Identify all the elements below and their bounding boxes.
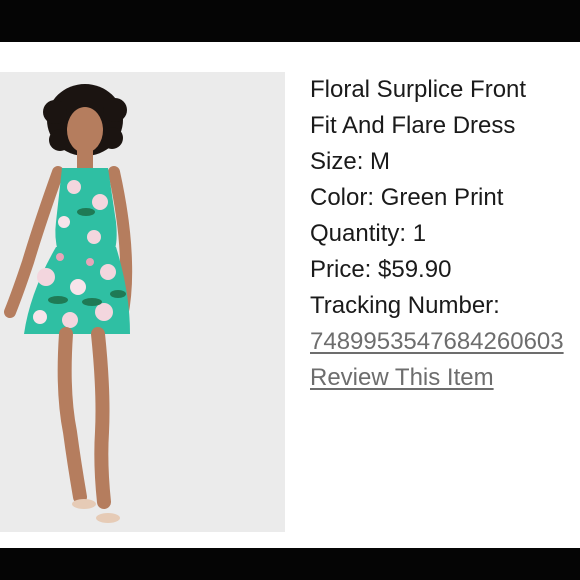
price-text: Price: $59.90	[310, 256, 452, 283]
review-item-link[interactable]: Review This Item	[310, 360, 580, 396]
order-item-details: Floral Surplice Front Fit And Flare Dres…	[310, 72, 580, 396]
tracking-label: Tracking Number:	[310, 292, 500, 319]
color-text: Color: Green Print	[310, 184, 504, 211]
quantity-text: Quantity: 1	[310, 220, 427, 247]
product-title-line-1: Floral Surplice Front	[310, 76, 527, 103]
bottom-black-bar	[0, 548, 580, 580]
top-black-bar	[0, 0, 580, 42]
product-title-line-2: Fit And Flare Dress	[310, 112, 516, 139]
tracking-number-link[interactable]: 748995354768426060​3	[310, 324, 580, 360]
product-image[interactable]	[0, 72, 285, 532]
size-text: Size: M	[310, 148, 391, 175]
order-item-screen: Floral Surplice Front Fit And Flare Dres…	[0, 0, 580, 580]
product-photo-illustration	[0, 72, 285, 532]
